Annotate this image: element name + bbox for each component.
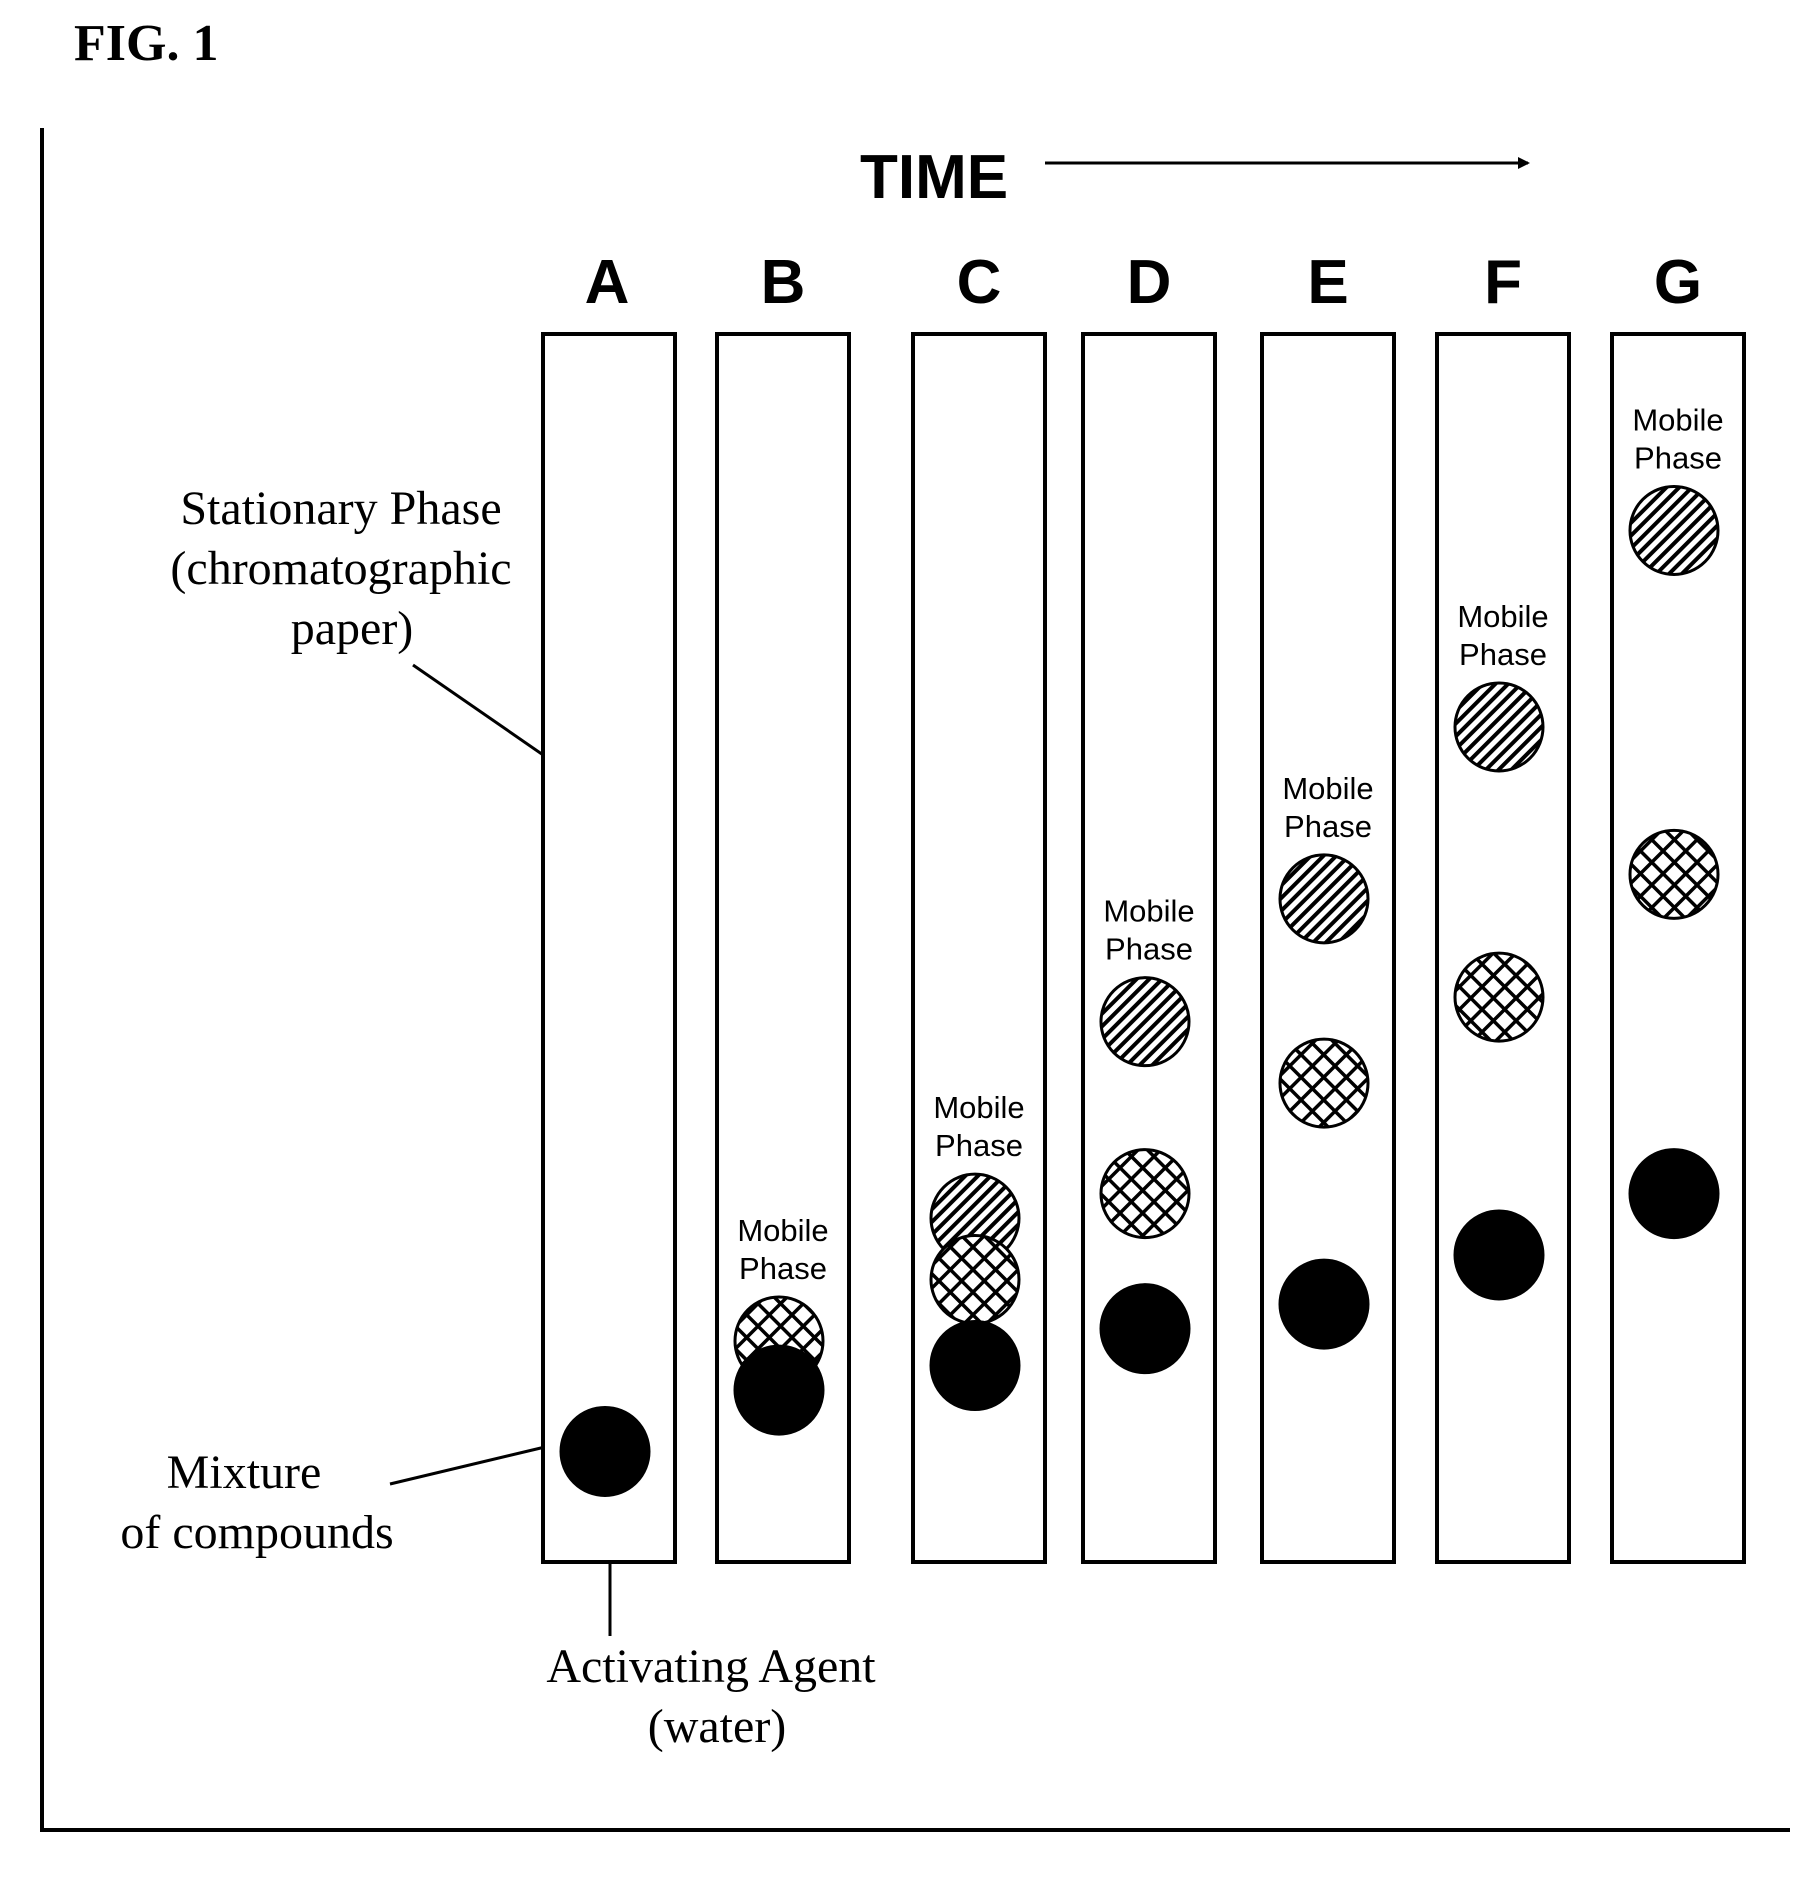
paper-strip bbox=[541, 332, 677, 1564]
spot-solid bbox=[559, 1405, 651, 1497]
spot-diagonal bbox=[1278, 853, 1370, 945]
time-label: TIME bbox=[860, 143, 1008, 212]
mixture-line-2: of compounds bbox=[120, 1506, 393, 1559]
strip-label: A bbox=[585, 248, 630, 317]
spot-solid bbox=[733, 1344, 825, 1436]
strip-label: B bbox=[761, 248, 806, 317]
strip-g: GMobile Phase bbox=[1610, 248, 1746, 1564]
spot-crosshatch bbox=[1099, 1148, 1191, 1240]
mixture-line-1: Mixture bbox=[167, 1446, 322, 1499]
strip-label: G bbox=[1654, 248, 1702, 317]
spot-crosshatch bbox=[1278, 1037, 1370, 1129]
mixture-arrow-icon bbox=[389, 1438, 568, 1486]
strips-layer: A BMobile Phase CMobile PhaseDMobile Phase EMo… bbox=[541, 248, 1746, 1564]
strip-e: EMobile Phase bbox=[1260, 248, 1396, 1564]
strip-d: DMobile Phase bbox=[1081, 248, 1217, 1564]
chromatography-diagram: FIG. 1 TIME Stationary Phase (chromatogr… bbox=[40, 15, 1790, 1832]
strip-label: D bbox=[1127, 248, 1172, 317]
activating-agent-line-2: (water) bbox=[648, 1700, 787, 1753]
spot-solid bbox=[1453, 1209, 1545, 1301]
spot-solid bbox=[929, 1320, 1021, 1412]
spot-solid bbox=[1278, 1258, 1370, 1350]
stationary-phase-label: Stationary Phase (chromatographic paper) bbox=[170, 482, 523, 655]
spot-diagonal bbox=[1099, 976, 1191, 1068]
strip-label: E bbox=[1307, 248, 1348, 317]
strip-label: C bbox=[957, 248, 1002, 317]
activating-agent-label: Activating Agent (water) bbox=[546, 1640, 887, 1753]
strip-c: CMobile Phase bbox=[911, 248, 1047, 1564]
spot-crosshatch bbox=[1453, 951, 1545, 1043]
activating-agent-line-1: Activating Agent bbox=[546, 1640, 876, 1693]
strip-label: F bbox=[1484, 248, 1522, 317]
spot-solid bbox=[1628, 1148, 1720, 1240]
stationary-phase-line-3: paper) bbox=[291, 602, 414, 655]
strip-a: A bbox=[541, 248, 677, 1564]
spot-crosshatch bbox=[1628, 828, 1720, 920]
paper-strip bbox=[1435, 332, 1571, 1564]
spot-diagonal bbox=[1628, 484, 1720, 576]
stationary-phase-line-2: (chromatographic bbox=[170, 542, 511, 595]
mixture-label: Mixture of compounds bbox=[120, 1446, 393, 1559]
figure-title: FIG. 1 bbox=[74, 15, 218, 72]
strip-b: BMobile Phase bbox=[715, 248, 851, 1564]
strip-f: FMobile Phase bbox=[1435, 248, 1571, 1564]
paper-strip bbox=[1260, 332, 1396, 1564]
spot-crosshatch bbox=[929, 1234, 1021, 1326]
spot-diagonal bbox=[1453, 681, 1545, 773]
stationary-phase-line-1: Stationary Phase bbox=[180, 482, 501, 535]
spot-solid bbox=[1099, 1283, 1191, 1375]
stationary-phase-arrow-icon bbox=[412, 663, 564, 770]
